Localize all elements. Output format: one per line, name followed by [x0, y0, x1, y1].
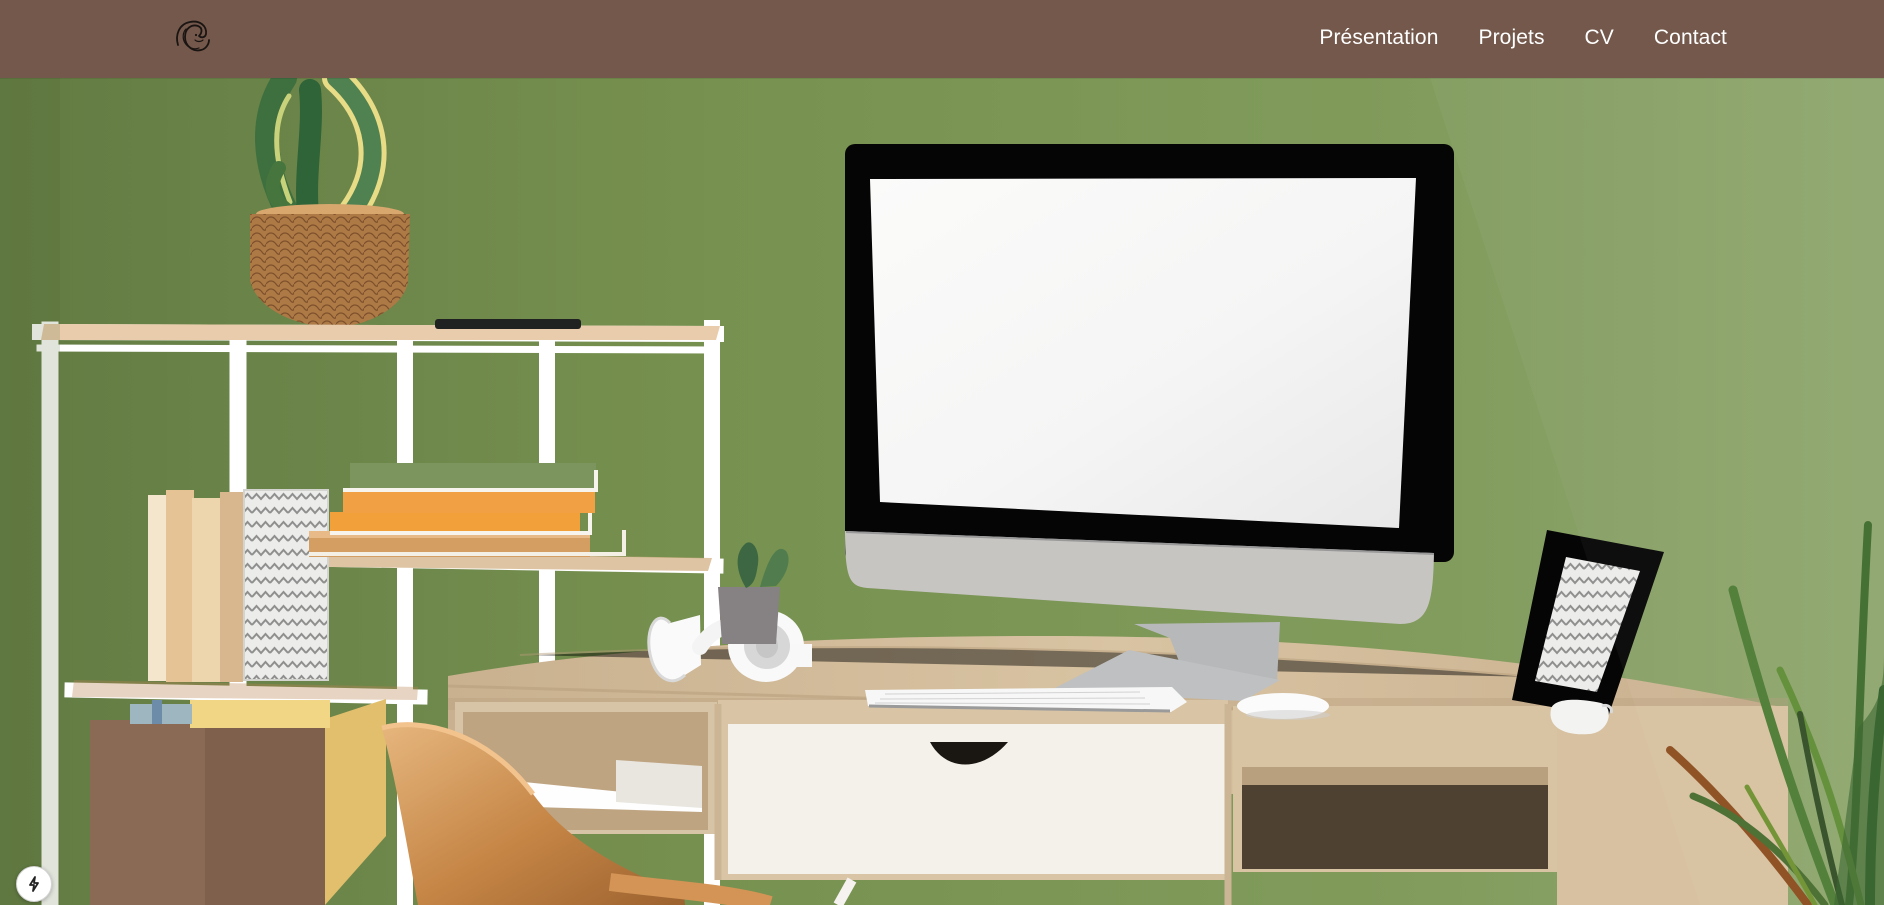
nav-link-projects[interactable]: Projets: [1478, 24, 1544, 52]
home-office-desk-photo: [0, 78, 1884, 905]
nav-link-cv[interactable]: CV: [1585, 24, 1614, 52]
nav-link-contact[interactable]: Contact: [1654, 24, 1727, 52]
nav-link-presentation[interactable]: Présentation: [1319, 24, 1438, 52]
hero-banner: [0, 78, 1884, 905]
top-navigation-bar: Présentation Projets CV Contact: [0, 0, 1884, 78]
lightning-bolt-button[interactable]: [16, 866, 52, 902]
scribble-face-logo-icon[interactable]: [168, 16, 214, 62]
lightning-bolt-icon: [29, 876, 39, 892]
website: Présentation Projets CV Contact: [0, 0, 1884, 905]
main-menu: Présentation Projets CV Contact: [1319, 24, 1727, 52]
